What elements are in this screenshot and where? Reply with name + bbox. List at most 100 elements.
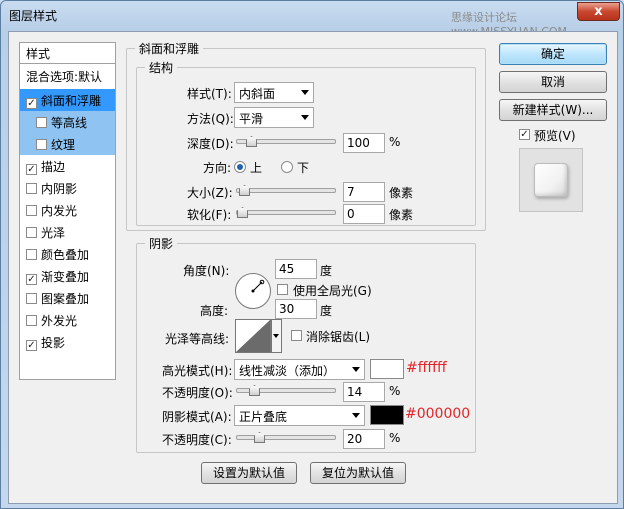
reset-default-button[interactable]: 复位为默认值 [310,462,406,484]
preview-checkbox[interactable]: ✓ [519,129,530,140]
altitude-input[interactable]: 30 [275,299,317,319]
highlight-opacity-unit: % [389,384,401,398]
close-button[interactable]: x [577,2,620,21]
new-style-button[interactable]: 新建样式(W)... [499,99,607,121]
styles-list: 样式 混合选项:默认 ✓ 斜面和浮雕等高线 纹理 ✓ 描边内阴影内发光光泽颜色叠加 ✓ 渐变叠… [19,42,116,380]
direction-down-radio[interactable] [281,161,293,173]
soften-slider[interactable] [236,207,336,218]
preview-label: 预览(V) [534,129,576,143]
gloss-contour-dropdown[interactable] [271,319,282,353]
cancel-button[interactable]: 取消 [499,71,607,93]
depth-value: 100 [347,136,370,150]
styles-list-item[interactable]: 光泽 [20,221,115,243]
chevron-down-icon [301,115,309,120]
angle-input[interactable]: 45 [275,259,317,279]
size-slider[interactable] [236,185,336,196]
antialias-checkbox[interactable] [291,330,302,341]
chevron-down-icon [352,367,360,372]
style-label: 样式(T): [187,87,232,101]
technique-dropdown-value: 平滑 [239,112,264,126]
highlight-mode-value: 线性减淡（添加） [239,364,336,378]
styles-list-item-label: 描边 [41,160,66,174]
contour-icon [236,320,270,352]
title-bar[interactable]: 图层样式 思缘设计论坛 www.MISSYUAN.COM x [1,1,623,38]
preview-swatch [534,163,568,197]
chevron-down-icon [352,413,360,418]
checkbox[interactable] [26,293,37,304]
shading-title: 阴影 [149,237,174,251]
angle-label: 角度(N): [183,264,230,278]
direction-down-label: 下 [297,161,310,175]
styles-list-item[interactable]: 图案叠加 [20,287,115,309]
checkbox[interactable] [36,117,47,128]
size-input[interactable]: 7 [343,182,385,202]
ok-button[interactable]: 确定 [499,43,607,65]
angle-dial-graphic [251,279,265,293]
make-default-button[interactable]: 设置为默认值 [201,462,297,484]
styles-list-item-label: 内发光 [41,204,78,218]
styles-list-item[interactable]: 颜色叠加 [20,243,115,265]
depth-unit: % [389,135,401,149]
styles-list-item[interactable]: 纹理 [20,133,115,155]
soften-input[interactable]: 0 [343,204,385,224]
styles-list-item[interactable]: 内阴影 [20,177,115,199]
shadow-mode-value: 正片叠底 [239,410,288,424]
highlight-hex-annotation: #ffffff [406,360,447,376]
styles-list-item[interactable]: 内发光 [20,199,115,221]
technique-dropdown[interactable]: 平滑 [234,107,314,128]
styles-list-item[interactable]: ✓ 渐变叠加 [20,265,115,287]
direction-up-radio[interactable] [234,161,246,173]
depth-slider[interactable] [236,136,336,147]
shadow-opacity-input[interactable]: 20 [343,429,385,449]
styles-list-item[interactable]: ✓ 描边 [20,155,115,177]
checkbox[interactable] [26,183,37,194]
styles-list-item[interactable]: 等高线 [20,111,115,133]
styles-list-header: 样式 [20,43,115,64]
styles-list-item-label: 内阴影 [41,182,78,196]
depth-label: 深度(D): [187,137,234,151]
gloss-contour-preview[interactable] [235,319,271,353]
styles-list-item-label: 斜面和浮雕 [41,94,102,108]
highlight-mode-dropdown[interactable]: 线性减淡（添加） [234,359,365,380]
checkbox-checked[interactable]: ✓ [26,164,37,175]
window-title: 图层样式 [9,9,58,23]
global-light-label: 使用全局光(G) [293,284,372,298]
shadow-opacity-unit: % [389,431,401,445]
highlight-opacity-slider[interactable] [236,385,336,396]
checkbox[interactable] [26,227,37,238]
styles-list-item-label: 投影 [41,336,66,350]
checkbox-checked[interactable]: ✓ [26,340,37,351]
checkbox[interactable] [26,249,37,260]
angle-unit: 度 [320,264,333,278]
checkbox[interactable] [26,205,37,216]
chevron-down-icon [273,334,279,338]
altitude-label: 高度: [200,304,229,318]
shadow-color-swatch[interactable] [370,405,404,425]
shadow-hex-annotation: #000000 [405,406,471,422]
checkbox-checked[interactable]: ✓ [26,98,37,109]
gloss-contour-label: 光泽等高线: [165,332,230,346]
styles-list-item-label: 光泽 [41,226,66,240]
styles-list-item-label: 渐变叠加 [41,270,90,284]
highlight-color-swatch[interactable] [370,359,404,379]
layer-style-dialog: 图层样式 思缘设计论坛 www.MISSYUAN.COM x 样式 混合选项:默… [0,0,624,509]
angle-value: 45 [279,262,295,276]
shadow-opacity-label: 不透明度(C): [162,433,232,447]
style-dropdown[interactable]: 内斜面 [234,82,314,103]
global-light-checkbox[interactable] [277,284,288,295]
styles-list-item[interactable]: 混合选项:默认 [20,65,115,87]
depth-input[interactable]: 100 [343,133,385,153]
styles-list-item[interactable]: 外发光 [20,309,115,331]
checkbox[interactable] [26,315,37,326]
angle-dial[interactable] [235,273,271,309]
styles-list-item[interactable]: ✓ 投影 [20,331,115,353]
highlight-opacity-input[interactable]: 14 [343,382,385,402]
size-unit: 像素 [389,186,414,200]
shadow-opacity-slider[interactable] [236,432,336,443]
checkbox[interactable] [36,139,47,150]
styles-list-item[interactable]: ✓ 斜面和浮雕 [20,89,115,111]
checkbox-checked[interactable]: ✓ [26,274,37,285]
shadow-mode-dropdown[interactable]: 正片叠底 [234,405,365,426]
styles-list-item-label: 外发光 [41,314,78,328]
size-label: 大小(Z): [187,186,233,200]
